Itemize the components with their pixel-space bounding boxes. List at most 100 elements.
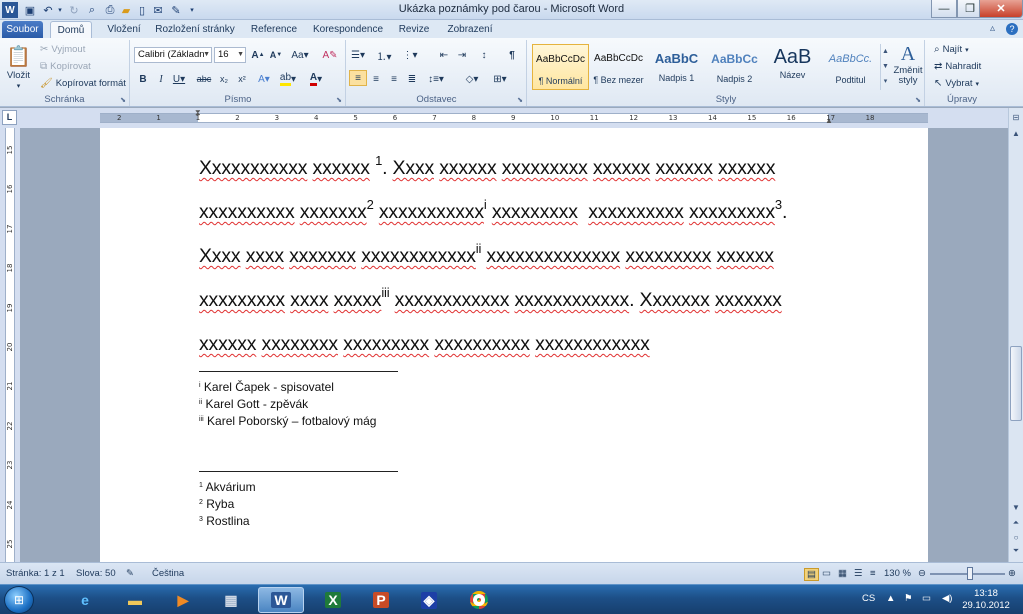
show-formatting-icon[interactable]: ¶ [503, 47, 521, 63]
shrink-font-icon[interactable]: A ▼ [267, 47, 285, 63]
styles-scroll-icon[interactable]: ▲ ▼ ▾ [880, 44, 890, 90]
explorer-icon[interactable]: ▬ [112, 587, 158, 613]
tab-references[interactable]: Reference [246, 21, 302, 38]
outline-icon[interactable]: ☰ [854, 568, 863, 579]
close-button[interactable]: ✕ [979, 0, 1023, 18]
word-count[interactable]: Slova: 50 [76, 568, 116, 579]
multilevel-list-icon[interactable]: ⋮▾ [401, 47, 419, 63]
minimize-button[interactable]: — [931, 0, 957, 18]
sort-icon[interactable]: ↕ [475, 47, 493, 63]
replace-button[interactable]: ⇄ Nahradit [934, 61, 981, 72]
help-icon[interactable]: ? [1006, 23, 1018, 35]
zoom-level[interactable]: 130 % [884, 568, 911, 579]
text-line[interactable]: xxxxxxxxxx xxxxxxx2 xxxxxxxxxxxi xxxxxxx… [199, 190, 824, 234]
align-right-icon[interactable]: ≡ [385, 71, 403, 87]
increase-indent-icon[interactable]: ⇥ [453, 47, 471, 63]
word-icon[interactable]: W [258, 587, 304, 613]
start-button[interactable]: ⊞ [4, 586, 34, 614]
shading-icon[interactable]: ◇▾ [463, 71, 481, 87]
select-button[interactable]: ↖ Vybrat ▾ [934, 78, 979, 89]
style-normal[interactable]: AaBbCcDc ¶ Normální [532, 44, 589, 90]
change-styles-button[interactable]: A Změnit styly [892, 43, 924, 86]
dialog-launcher-icon[interactable]: ⬊ [336, 96, 342, 104]
font-name-combo[interactable]: Calibri (Základn ▼ [134, 47, 212, 63]
bold-icon[interactable]: B [134, 71, 152, 87]
calculator-icon[interactable]: ▦ [208, 587, 254, 613]
style-no-spacing[interactable]: AaBbCcDc ¶ Bez mezer [590, 44, 647, 90]
scroll-down-icon[interactable]: ▼ [1009, 500, 1023, 514]
browse-object-icon[interactable]: ○ [1009, 530, 1023, 544]
next-page-icon[interactable]: ⏷ [1009, 544, 1023, 558]
numbering-icon[interactable]: ⒈▾ [375, 47, 393, 63]
media-player-icon[interactable]: ▶ [160, 587, 206, 613]
text-line[interactable]: xxxxxxxxx xxxx xxxxxiii xxxxxxxxxxxx xxx… [199, 278, 824, 322]
highlight-icon[interactable]: ab ▾ [279, 71, 297, 87]
vertical-scrollbar[interactable]: ⊟ ▲ ▼ ⏶ ○ ⏷ [1008, 108, 1023, 562]
italic-icon[interactable]: I [152, 71, 170, 87]
flag-icon[interactable]: ⚑ [904, 593, 913, 604]
paste-button[interactable]: 📋 Vložit ▾ [6, 44, 31, 90]
zoom-in-icon[interactable]: ⊕ [1008, 568, 1016, 579]
tab-mailings[interactable]: Korespondence [311, 21, 385, 38]
proofing-icon[interactable]: ✎ [126, 568, 134, 579]
tab-file[interactable]: Soubor [2, 21, 43, 38]
dialog-launcher-icon[interactable]: ⬊ [120, 96, 126, 104]
footnote-3[interactable]: 3 Rostlina [199, 514, 250, 528]
font-color-icon[interactable]: A ▾ [307, 71, 325, 87]
powerpoint-icon[interactable]: P [358, 587, 404, 613]
system-clock[interactable]: 13:18 29.10.2012 [956, 588, 1016, 612]
document-page[interactable]: Xxxxxxxxxxx xxxxxx 1. Xxxx xxxxxx xxxxxx… [100, 128, 928, 562]
align-center-icon[interactable]: ≡ [367, 71, 385, 87]
justify-icon[interactable]: ≣ [403, 71, 421, 87]
text-line[interactable]: Xxxx xxxx xxxxxxx xxxxxxxxxxxxii xxxxxxx… [199, 234, 824, 278]
show-hidden-icons-icon[interactable]: ▲ [886, 593, 895, 604]
tab-review[interactable]: Revize [396, 21, 432, 38]
clear-formatting-icon[interactable]: A✎ [321, 47, 339, 63]
find-button[interactable]: ⌕ Najít ▾ [934, 44, 969, 55]
line-spacing-icon[interactable]: ↕≡▾ [427, 71, 445, 87]
scroll-thumb[interactable] [1010, 346, 1022, 421]
bullets-icon[interactable]: ☰▾ [349, 47, 367, 63]
vertical-ruler[interactable]: 15 16 17 18 19 20 21 22 23 24 25 [0, 128, 20, 562]
format-painter-button[interactable]: 🖌 Kopírovat formát [40, 78, 126, 89]
change-case-icon[interactable]: Aa▾ [291, 47, 309, 63]
strikethrough-icon[interactable]: abc [195, 71, 213, 87]
horizontal-ruler[interactable]: L ⧗ ▲ 2 1 1 2 3 4 5 6 7 8 9 10 11 12 13 14 15 16 17 18 [0, 108, 1023, 128]
input-language[interactable]: CS [862, 593, 875, 604]
subscript-icon[interactable]: x₂ [215, 71, 233, 87]
tab-page-layout[interactable]: Rozložení stránky [154, 21, 236, 38]
chrome-icon[interactable] [456, 587, 502, 613]
align-left-icon[interactable]: ≡ [349, 70, 367, 86]
style-title[interactable]: AaB Název [764, 44, 821, 90]
grow-font-icon[interactable]: A ▲ [249, 47, 267, 63]
language-indicator[interactable]: Čeština [152, 568, 184, 579]
display-icon[interactable]: ▭ [922, 593, 931, 604]
font-size-combo[interactable]: 16 ▼ [214, 47, 246, 63]
previous-page-icon[interactable]: ⏶ [1009, 516, 1023, 530]
zoom-slider-thumb[interactable] [967, 567, 974, 580]
body-text[interactable]: Xxxxxxxxxxx xxxxxx 1. Xxxx xxxxxx xxxxxx… [199, 146, 824, 366]
endnote-3[interactable]: iii Karel Poborský – fotbalový mág [199, 414, 376, 428]
tab-insert[interactable]: Vložení [100, 21, 148, 38]
tab-view[interactable]: Zobrazení [444, 21, 496, 38]
volume-icon[interactable]: ◀) [942, 593, 952, 604]
excel-icon[interactable]: X [310, 587, 356, 613]
superscript-icon[interactable]: x² [233, 71, 251, 87]
borders-icon[interactable]: ⊞▾ [491, 71, 509, 87]
page-indicator[interactable]: Stránka: 1 z 1 [6, 568, 65, 579]
minimize-ribbon-icon[interactable]: ▵ [990, 23, 995, 34]
text-line[interactable]: Xxxxxxxxxxx xxxxxx 1. Xxxx xxxxxx xxxxxx… [199, 146, 824, 190]
endnote-2[interactable]: ii Karel Gott - zpěvák [199, 397, 308, 411]
underline-icon[interactable]: U▾ [170, 71, 188, 87]
zoom-out-icon[interactable]: ⊖ [918, 568, 926, 579]
dialog-launcher-icon[interactable]: ⬊ [915, 96, 921, 104]
cut-button[interactable]: ✂ Vyjmout [40, 44, 85, 55]
full-screen-icon[interactable]: ▭ [822, 568, 831, 579]
footnote-1[interactable]: 1 Akvárium [199, 480, 256, 494]
copy-button[interactable]: ⧉ Kopírovat [40, 61, 91, 72]
dialog-launcher-icon[interactable]: ⬊ [517, 96, 523, 104]
style-heading-1[interactable]: AaBbC Nadpis 1 [648, 44, 705, 90]
network-app-icon[interactable]: ◈ [406, 587, 452, 613]
ruler-toggle-icon[interactable]: ⊟ [1009, 110, 1023, 124]
tab-home[interactable]: Domů [50, 21, 92, 38]
